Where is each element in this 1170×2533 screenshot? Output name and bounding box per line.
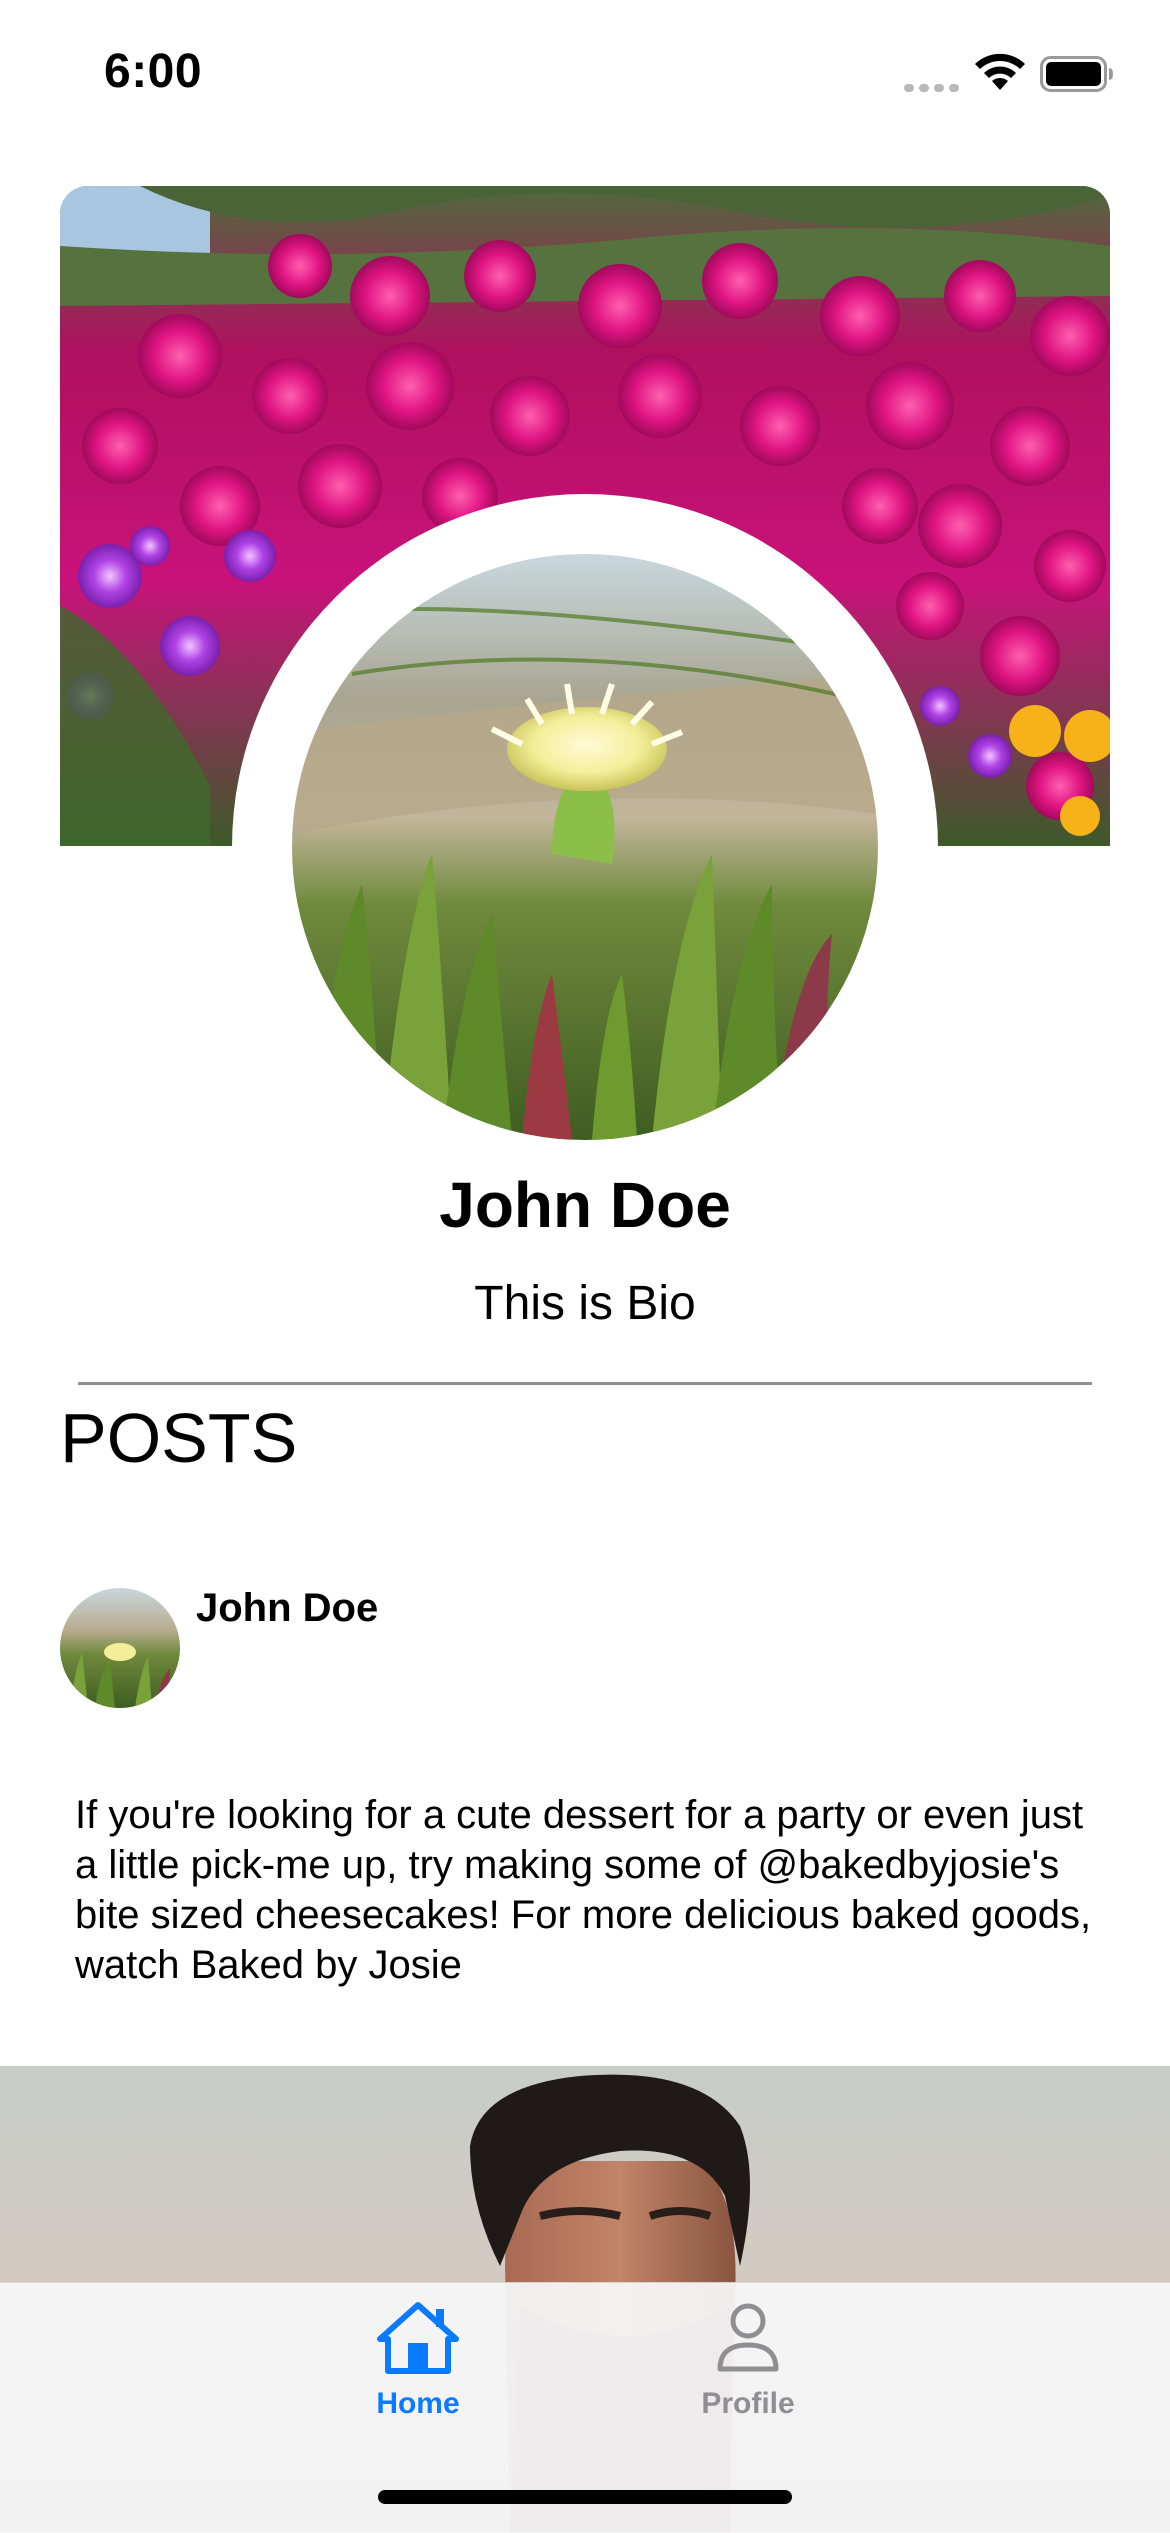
tab-profile-label: Profile: [701, 2387, 795, 2420]
tab-home[interactable]: Home: [318, 2299, 518, 2439]
post-author-name: John Doe: [196, 1586, 379, 1630]
signal-dots-icon: [904, 84, 959, 92]
status-bar: 6:00: [0, 0, 1170, 150]
house-icon: [377, 2302, 459, 2374]
battery-icon: [1040, 56, 1113, 92]
status-time: 6:00: [104, 45, 203, 98]
tab-home-label: Home: [376, 2387, 460, 2420]
tab-profile[interactable]: Profile: [648, 2299, 848, 2439]
wifi-icon: [975, 53, 1025, 90]
profile-avatar[interactable]: [292, 554, 878, 1140]
home-indicator: [378, 2490, 792, 2504]
post-author-avatar[interactable]: [60, 1588, 180, 1708]
profile-name: John Doe: [439, 1169, 731, 1241]
divider: [78, 1382, 1092, 1385]
profile-bio: This is Bio: [474, 1277, 696, 1330]
person-icon: [717, 2303, 779, 2372]
post-text: If you're looking for a cute dessert for…: [75, 1793, 1092, 1987]
posts-heading: POSTS: [60, 1399, 298, 1477]
